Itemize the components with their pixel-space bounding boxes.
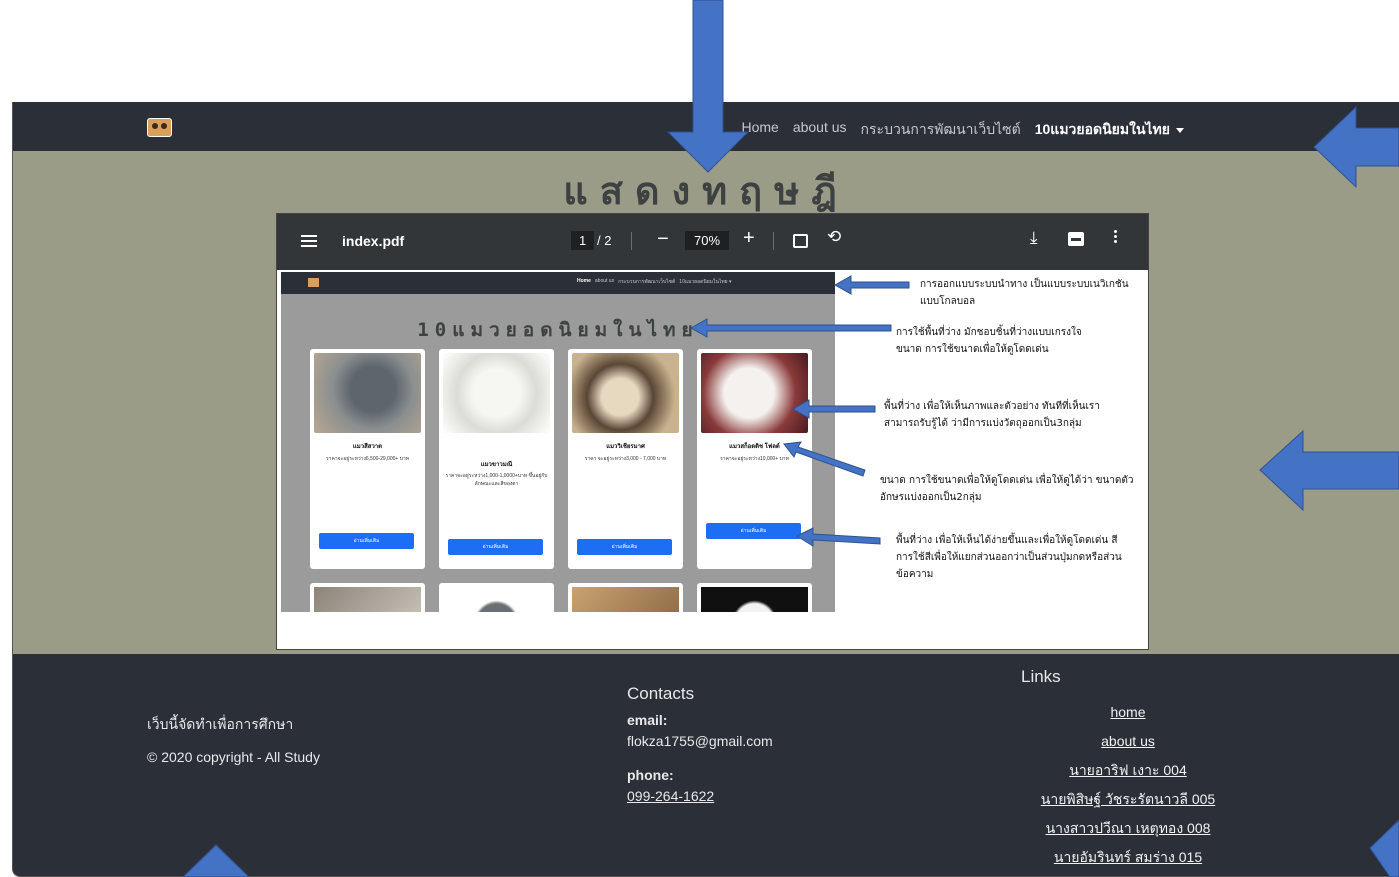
arrow-down-icon xyxy=(666,0,750,173)
arrow-left-icon xyxy=(1369,819,1399,877)
annotation-arrows xyxy=(182,0,1399,877)
arrow-left-icon xyxy=(1259,429,1399,512)
arrow-up-icon xyxy=(182,844,250,877)
screenshot-stage: Home about us กระบวนการพัฒนาเว็บไซต์ 10แ… xyxy=(0,0,1399,877)
arrow-left-icon xyxy=(1313,105,1399,189)
